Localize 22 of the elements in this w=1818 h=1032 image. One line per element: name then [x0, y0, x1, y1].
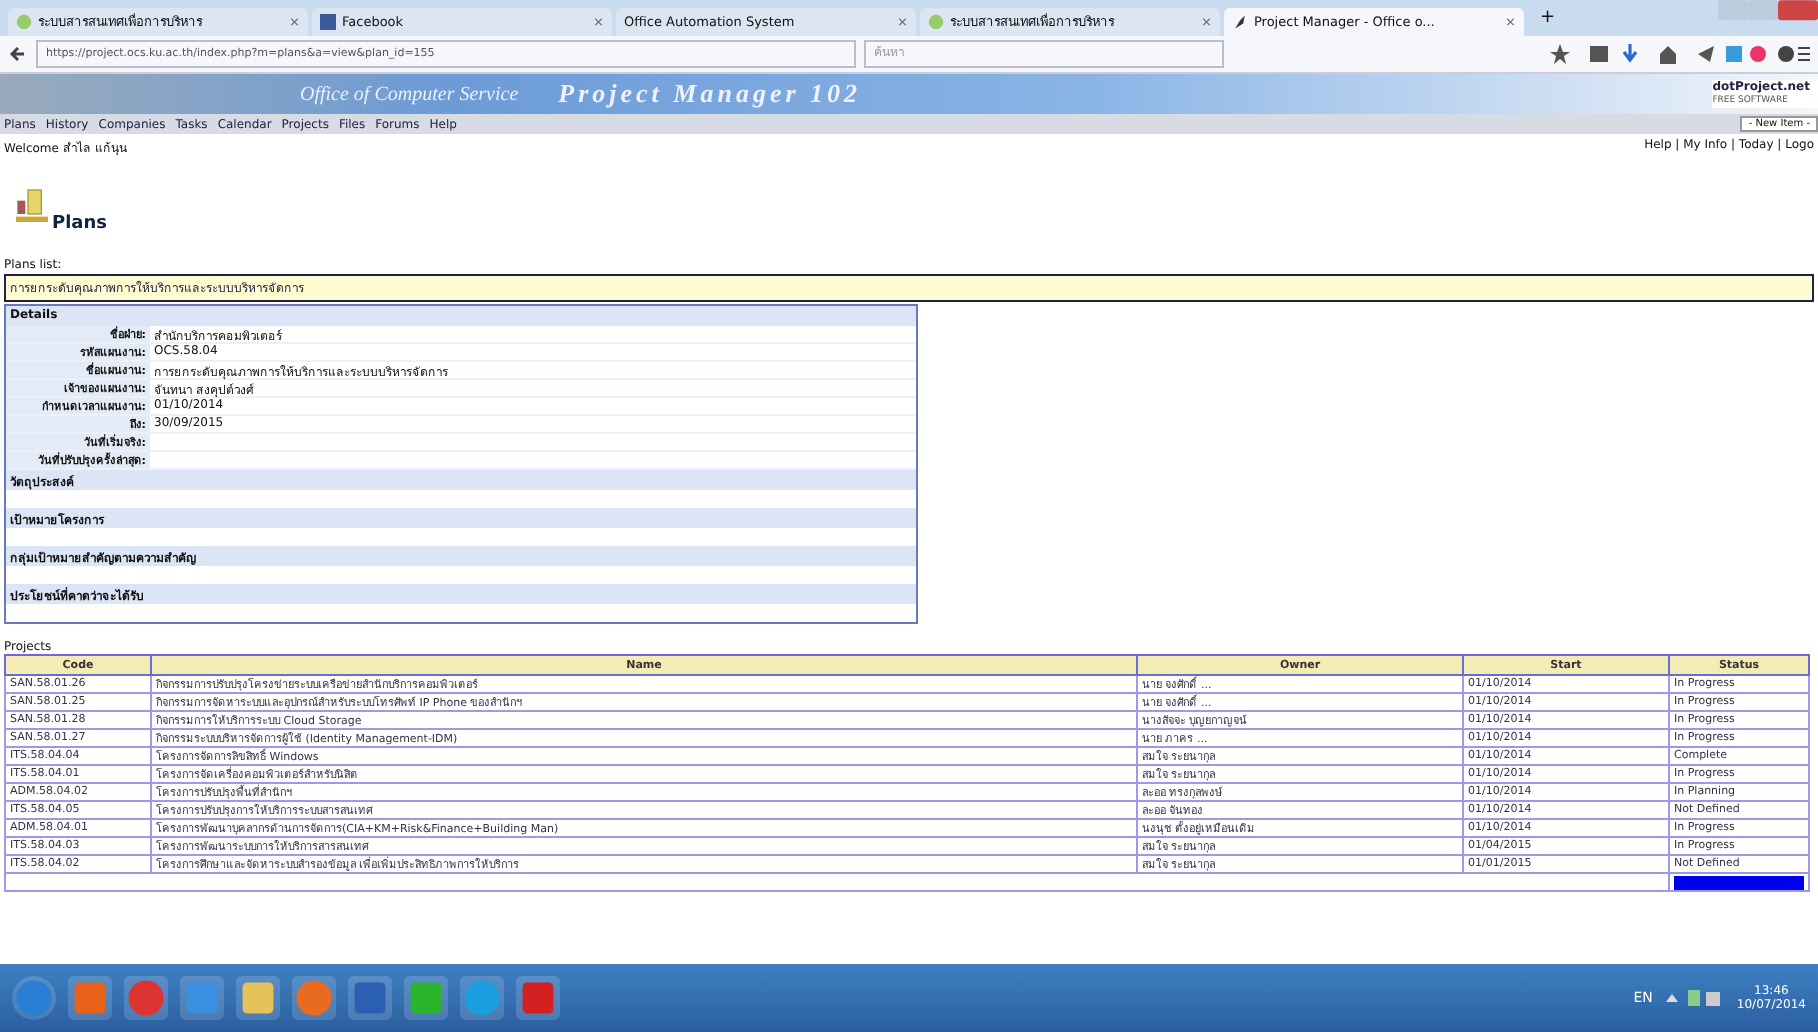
app-icon[interactable] — [516, 976, 560, 1020]
app-icon[interactable] — [292, 976, 336, 1020]
folder-icon[interactable] — [236, 976, 280, 1020]
org-name: Office of Computer Service — [300, 83, 519, 105]
app-icon[interactable] — [460, 976, 504, 1020]
app-icon[interactable] — [348, 976, 392, 1020]
app-icon[interactable] — [68, 976, 112, 1020]
app-title: Project Manager 102 — [558, 78, 862, 110]
globe-icon — [16, 14, 32, 30]
back-icon[interactable] — [8, 44, 28, 64]
window-controls-icon[interactable] — [1718, 0, 1818, 24]
facebook-icon — [320, 14, 336, 30]
globe-icon — [928, 14, 944, 30]
app-icon[interactable] — [180, 976, 224, 1020]
new-tab-button[interactable]: + — [1528, 8, 1568, 28]
page-title: Plans — [52, 214, 108, 234]
pin-icon — [1232, 14, 1248, 30]
tray-icons-drawing[interactable] — [1664, 986, 1725, 1010]
toolbar-icons-drawing[interactable] — [1550, 42, 1810, 66]
app-icon[interactable] — [404, 976, 448, 1020]
app-icon[interactable] — [124, 976, 168, 1020]
start-button[interactable] — [12, 976, 56, 1020]
